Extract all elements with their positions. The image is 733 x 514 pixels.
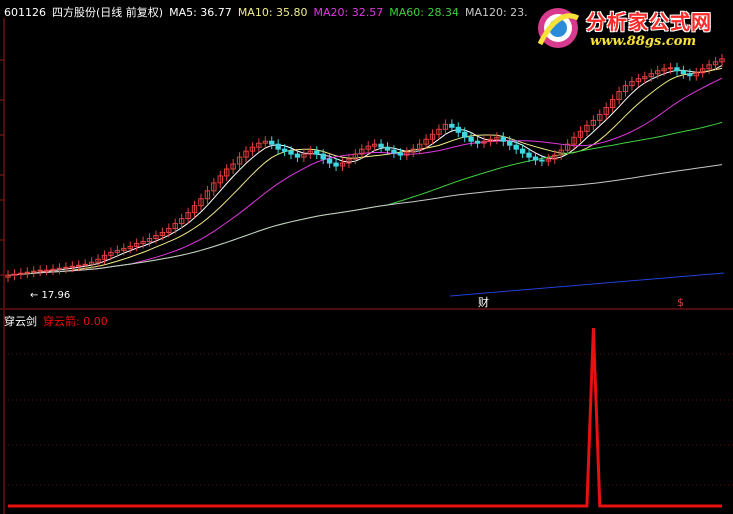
- candle-body: [687, 73, 693, 77]
- candle-body: [18, 272, 24, 275]
- logo-swirl-icon: [537, 8, 580, 48]
- stock-name: 四方股份(日线 前复权): [52, 6, 164, 19]
- candle-body: [275, 143, 281, 150]
- candle-body: [449, 123, 455, 128]
- candle-body: [378, 143, 384, 148]
- ma5-label: MA5: 36.77: [169, 6, 232, 19]
- ma60-label: MA60: 28.34: [389, 6, 459, 19]
- logo-text: 分析家公式网: [586, 10, 712, 34]
- indicator-chart[interactable]: [0, 310, 733, 514]
- candle-body: [76, 264, 82, 267]
- candle-body: [397, 152, 404, 156]
- candle-body: [513, 144, 519, 150]
- candle-body: [31, 270, 37, 273]
- candle-body: [269, 140, 275, 145]
- candle-body: [526, 152, 532, 158]
- stock-code: 601126: [4, 6, 46, 19]
- candle-body: [314, 150, 320, 155]
- candle-body: [24, 271, 30, 274]
- candle-body: [294, 153, 301, 158]
- candle-body: [384, 146, 391, 151]
- candle-body: [288, 150, 294, 155]
- candle-body: [500, 136, 506, 142]
- indicator-header: 穿云剑 穿云箭: 0.00: [4, 313, 114, 329]
- candle-body: [519, 148, 526, 154]
- ma20-label: MA20: 32.57: [313, 6, 384, 19]
- ma10-label: MA10: 35.80: [237, 6, 308, 19]
- candle-body: [532, 156, 539, 161]
- candle-body: [281, 148, 288, 152]
- indicator-series-label: 穿云箭: 0.00: [43, 315, 108, 328]
- candle-body: [82, 263, 88, 266]
- low-price-label: ← 17.96: [30, 290, 70, 301]
- candle-body: [468, 136, 474, 142]
- finance-marker: 财: [478, 295, 489, 309]
- candle-body: [462, 131, 468, 138]
- candle-body: [474, 140, 481, 144]
- dividend-marker: $: [677, 296, 684, 309]
- candle-body: [69, 265, 76, 268]
- candle-body: [43, 269, 50, 272]
- indicator-background: [0, 310, 733, 514]
- candle-body: [326, 158, 333, 164]
- candle-body: [667, 67, 674, 70]
- candle-body: [680, 70, 687, 75]
- main-chart-panel[interactable]: ← 17.96 财 $ 601126 四方股份(日线 前复权) MA5: 36.77 MA…: [0, 0, 733, 310]
- candle-body: [63, 266, 69, 269]
- site-logo[interactable]: 分析家公式网 www.88gs.com: [528, 2, 731, 54]
- candle-body: [507, 140, 513, 146]
- indicator-panel[interactable]: 穿云剑 穿云箭: 0.00: [0, 310, 733, 514]
- candle-body: [56, 267, 63, 270]
- candle-body: [674, 67, 680, 72]
- indicator-name: 穿云剑: [4, 315, 37, 328]
- candle-body: [37, 269, 43, 272]
- candle-body: [391, 149, 397, 154]
- candle-body: [539, 159, 545, 162]
- candle-body: [333, 162, 339, 167]
- logo-url: www.88gs.com: [590, 34, 697, 49]
- candle-body: [320, 153, 326, 160]
- candle-body: [455, 126, 461, 133]
- candle-body: [50, 268, 56, 271]
- chart-header: 601126 四方股份(日线 前复权) MA5: 36.77 MA10: 35.80 M…: [4, 4, 548, 20]
- candle-body: [11, 273, 18, 276]
